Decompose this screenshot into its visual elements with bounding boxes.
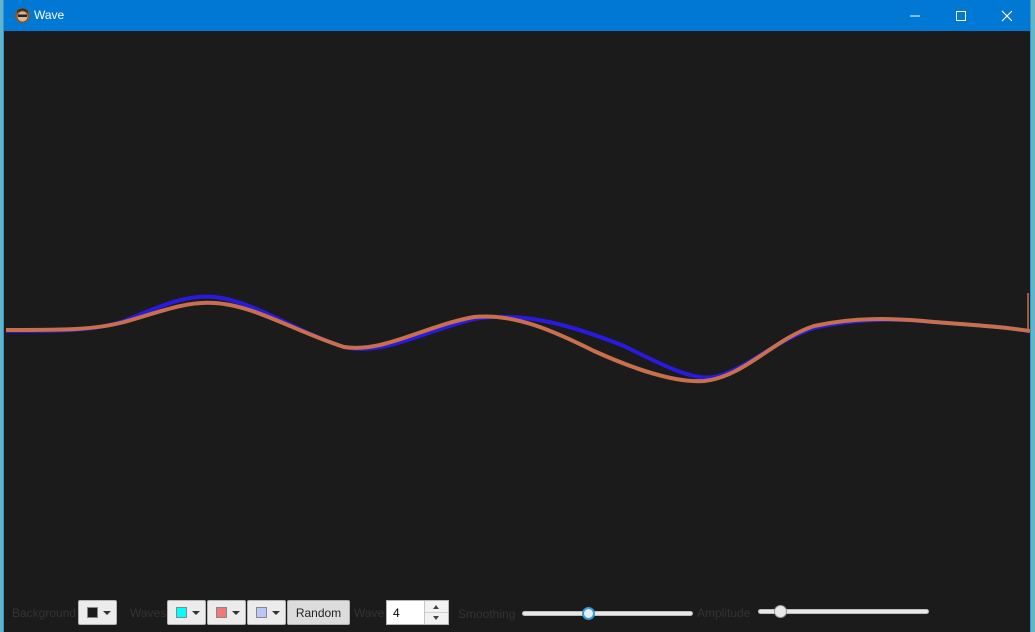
smoothing-slider[interactable] xyxy=(522,611,693,616)
wave-count-value[interactable]: 4 xyxy=(393,606,400,620)
smoothing-slider-thumb[interactable] xyxy=(582,607,595,620)
maximize-button[interactable] xyxy=(938,0,984,31)
background-label: Background xyxy=(12,606,77,620)
smoothing-label: Smoothing xyxy=(458,607,516,621)
spinner-increment-button[interactable] xyxy=(425,601,448,613)
spinner-decrement-button[interactable] xyxy=(425,613,448,624)
waves-label: Waves xyxy=(130,606,167,620)
window-title: Wave xyxy=(34,8,65,22)
wave-color-swatch-3 xyxy=(256,607,267,618)
wave-line-blue xyxy=(5,294,1030,380)
close-button[interactable] xyxy=(984,0,1030,31)
app-window: Wave Background Waves Random Wave 4 Smoo… xyxy=(4,0,1030,632)
spinner-buttons xyxy=(424,601,448,624)
wave-color-swatch-2 xyxy=(216,607,227,618)
wave-count-label: Wave xyxy=(354,606,385,620)
close-icon xyxy=(1001,10,1013,21)
minimize-button[interactable] xyxy=(892,0,938,31)
avatar-icon xyxy=(15,8,30,23)
controls-toolbar: Background Waves Random Wave 4 Smoothing… xyxy=(4,596,1030,632)
chevron-down-icon xyxy=(103,611,111,615)
wave-count-spinner[interactable]: 4 xyxy=(386,600,449,625)
background-color-swatch xyxy=(87,607,98,618)
wave-color-picker-1[interactable] xyxy=(167,600,206,625)
chevron-down-icon xyxy=(433,616,439,620)
wave-color-picker-2[interactable] xyxy=(207,600,246,625)
amplitude-slider-thumb[interactable] xyxy=(774,605,787,618)
chevron-down-icon xyxy=(272,611,280,615)
chevron-up-icon xyxy=(433,605,439,609)
chevron-down-icon xyxy=(232,611,240,615)
amplitude-label: Amplitude xyxy=(697,606,751,620)
minimize-icon xyxy=(910,15,920,16)
background-color-picker[interactable] xyxy=(78,600,117,625)
wave-line-orange xyxy=(5,300,1030,384)
wave-canvas[interactable] xyxy=(4,31,1030,601)
wave-color-swatch-1 xyxy=(176,607,187,618)
random-button[interactable]: Random xyxy=(287,600,350,625)
maximize-icon xyxy=(956,10,966,21)
chevron-down-icon xyxy=(192,611,200,615)
wave-color-picker-3[interactable] xyxy=(247,600,286,625)
title-bar[interactable]: Wave xyxy=(4,0,1030,31)
